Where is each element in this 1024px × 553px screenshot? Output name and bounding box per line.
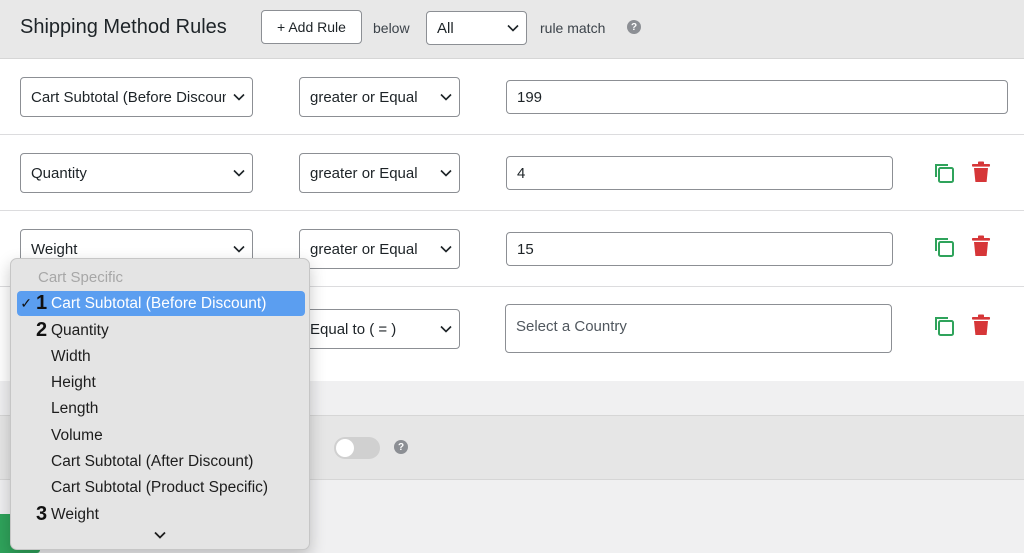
dropdown-option-label: Weight: [51, 505, 99, 523]
dropdown-option[interactable]: Cart Subtotal (Product Specific): [17, 475, 305, 500]
dropdown-option-label: Cart Subtotal (Product Specific): [51, 478, 269, 496]
trash-icon[interactable]: [969, 313, 993, 337]
trash-icon[interactable]: [969, 160, 993, 184]
checkmark-icon: ✓: [20, 295, 32, 311]
dropdown-option[interactable]: 2 Quantity: [17, 318, 305, 343]
below-label: below: [373, 20, 410, 36]
rule-value-input[interactable]: 199: [506, 80, 1008, 114]
chevron-down-icon: [226, 169, 252, 177]
field-dropdown-list: Cart Specific ✓ 1 Cart Subtotal (Before …: [10, 258, 310, 550]
help-icon[interactable]: ?: [627, 20, 641, 34]
copy-icon[interactable]: [932, 161, 956, 185]
rule-operator-value: greater or Equal: [310, 88, 418, 106]
rule-field-select[interactable]: Cart Subtotal (Before Discount): [20, 77, 253, 117]
annotation-number: 3: [35, 503, 48, 525]
rule-row: Cart Subtotal (Before Discount) greater …: [0, 59, 1024, 135]
rule-value-input[interactable]: 4: [506, 156, 893, 190]
rule-operator-select[interactable]: Equal to ( = ): [299, 309, 460, 349]
rule-row: Quantity greater or Equal 4: [0, 135, 1024, 211]
dropdown-option[interactable]: 3 Weight: [17, 502, 305, 527]
rule-field-value: Quantity: [31, 164, 87, 182]
rule-field-select[interactable]: Quantity: [20, 153, 253, 193]
dropdown-option[interactable]: Cart Subtotal (After Discount): [17, 449, 305, 474]
trash-icon[interactable]: [969, 234, 993, 258]
chevron-down-icon: [500, 24, 526, 32]
dropdown-option-label: Quantity: [51, 321, 109, 339]
dropdown-option-label: Height: [51, 373, 96, 391]
dropdown-option[interactable]: Volume: [17, 423, 305, 448]
chevron-down-icon: [433, 325, 459, 333]
dropdown-group-label: Cart Specific: [38, 269, 124, 286]
toggle-knob: [336, 439, 354, 457]
chevron-down-icon[interactable]: [152, 527, 168, 543]
rule-operator-select[interactable]: greater or Equal: [299, 153, 460, 193]
toggle-switch[interactable]: [334, 437, 380, 459]
add-rule-button[interactable]: + Add Rule: [261, 10, 362, 44]
dropdown-option[interactable]: ✓ 1 Cart Subtotal (Before Discount): [17, 291, 305, 316]
annotation-number: 1: [35, 292, 48, 314]
chevron-down-icon: [433, 245, 459, 253]
dropdown-option-label: Length: [51, 399, 99, 417]
rule-match-select-value: All: [437, 19, 454, 37]
chevron-down-icon: [226, 245, 252, 253]
country-select[interactable]: Select a Country: [505, 304, 892, 353]
chevron-down-icon: [433, 169, 459, 177]
dropdown-option-label: Cart Subtotal (Before Discount): [51, 294, 267, 312]
rule-operator-select[interactable]: greater or Equal: [299, 77, 460, 117]
rule-operator-select[interactable]: greater or Equal: [299, 229, 460, 269]
dropdown-option-label: Cart Subtotal (After Discount): [51, 452, 254, 470]
rule-field-value: Cart Subtotal (Before Discount): [31, 88, 226, 106]
rule-value-input[interactable]: 15: [506, 232, 893, 266]
dropdown-option[interactable]: Height: [17, 370, 305, 395]
rule-match-select[interactable]: All: [426, 11, 527, 45]
page-title: Shipping Method Rules: [20, 16, 227, 38]
rule-operator-value: Equal to ( = ): [310, 320, 397, 338]
rule-match-label: rule match: [540, 20, 606, 36]
annotation-number: 2: [35, 319, 48, 341]
rule-field-value: Weight: [31, 240, 78, 258]
dropdown-option[interactable]: Length: [17, 396, 305, 421]
rule-operator-value: greater or Equal: [310, 240, 418, 258]
rule-operator-value: greater or Equal: [310, 164, 418, 182]
dropdown-option[interactable]: Width: [17, 344, 305, 369]
copy-icon[interactable]: [932, 235, 956, 259]
dropdown-option-label: Volume: [51, 426, 103, 444]
chevron-down-icon: [226, 93, 252, 101]
help-icon[interactable]: ?: [394, 440, 408, 454]
copy-icon[interactable]: [932, 314, 956, 338]
rules-header: Shipping Method Rules + Add Rule below A…: [0, 0, 1024, 59]
dropdown-option-label: Width: [51, 347, 91, 365]
chevron-down-icon: [433, 93, 459, 101]
